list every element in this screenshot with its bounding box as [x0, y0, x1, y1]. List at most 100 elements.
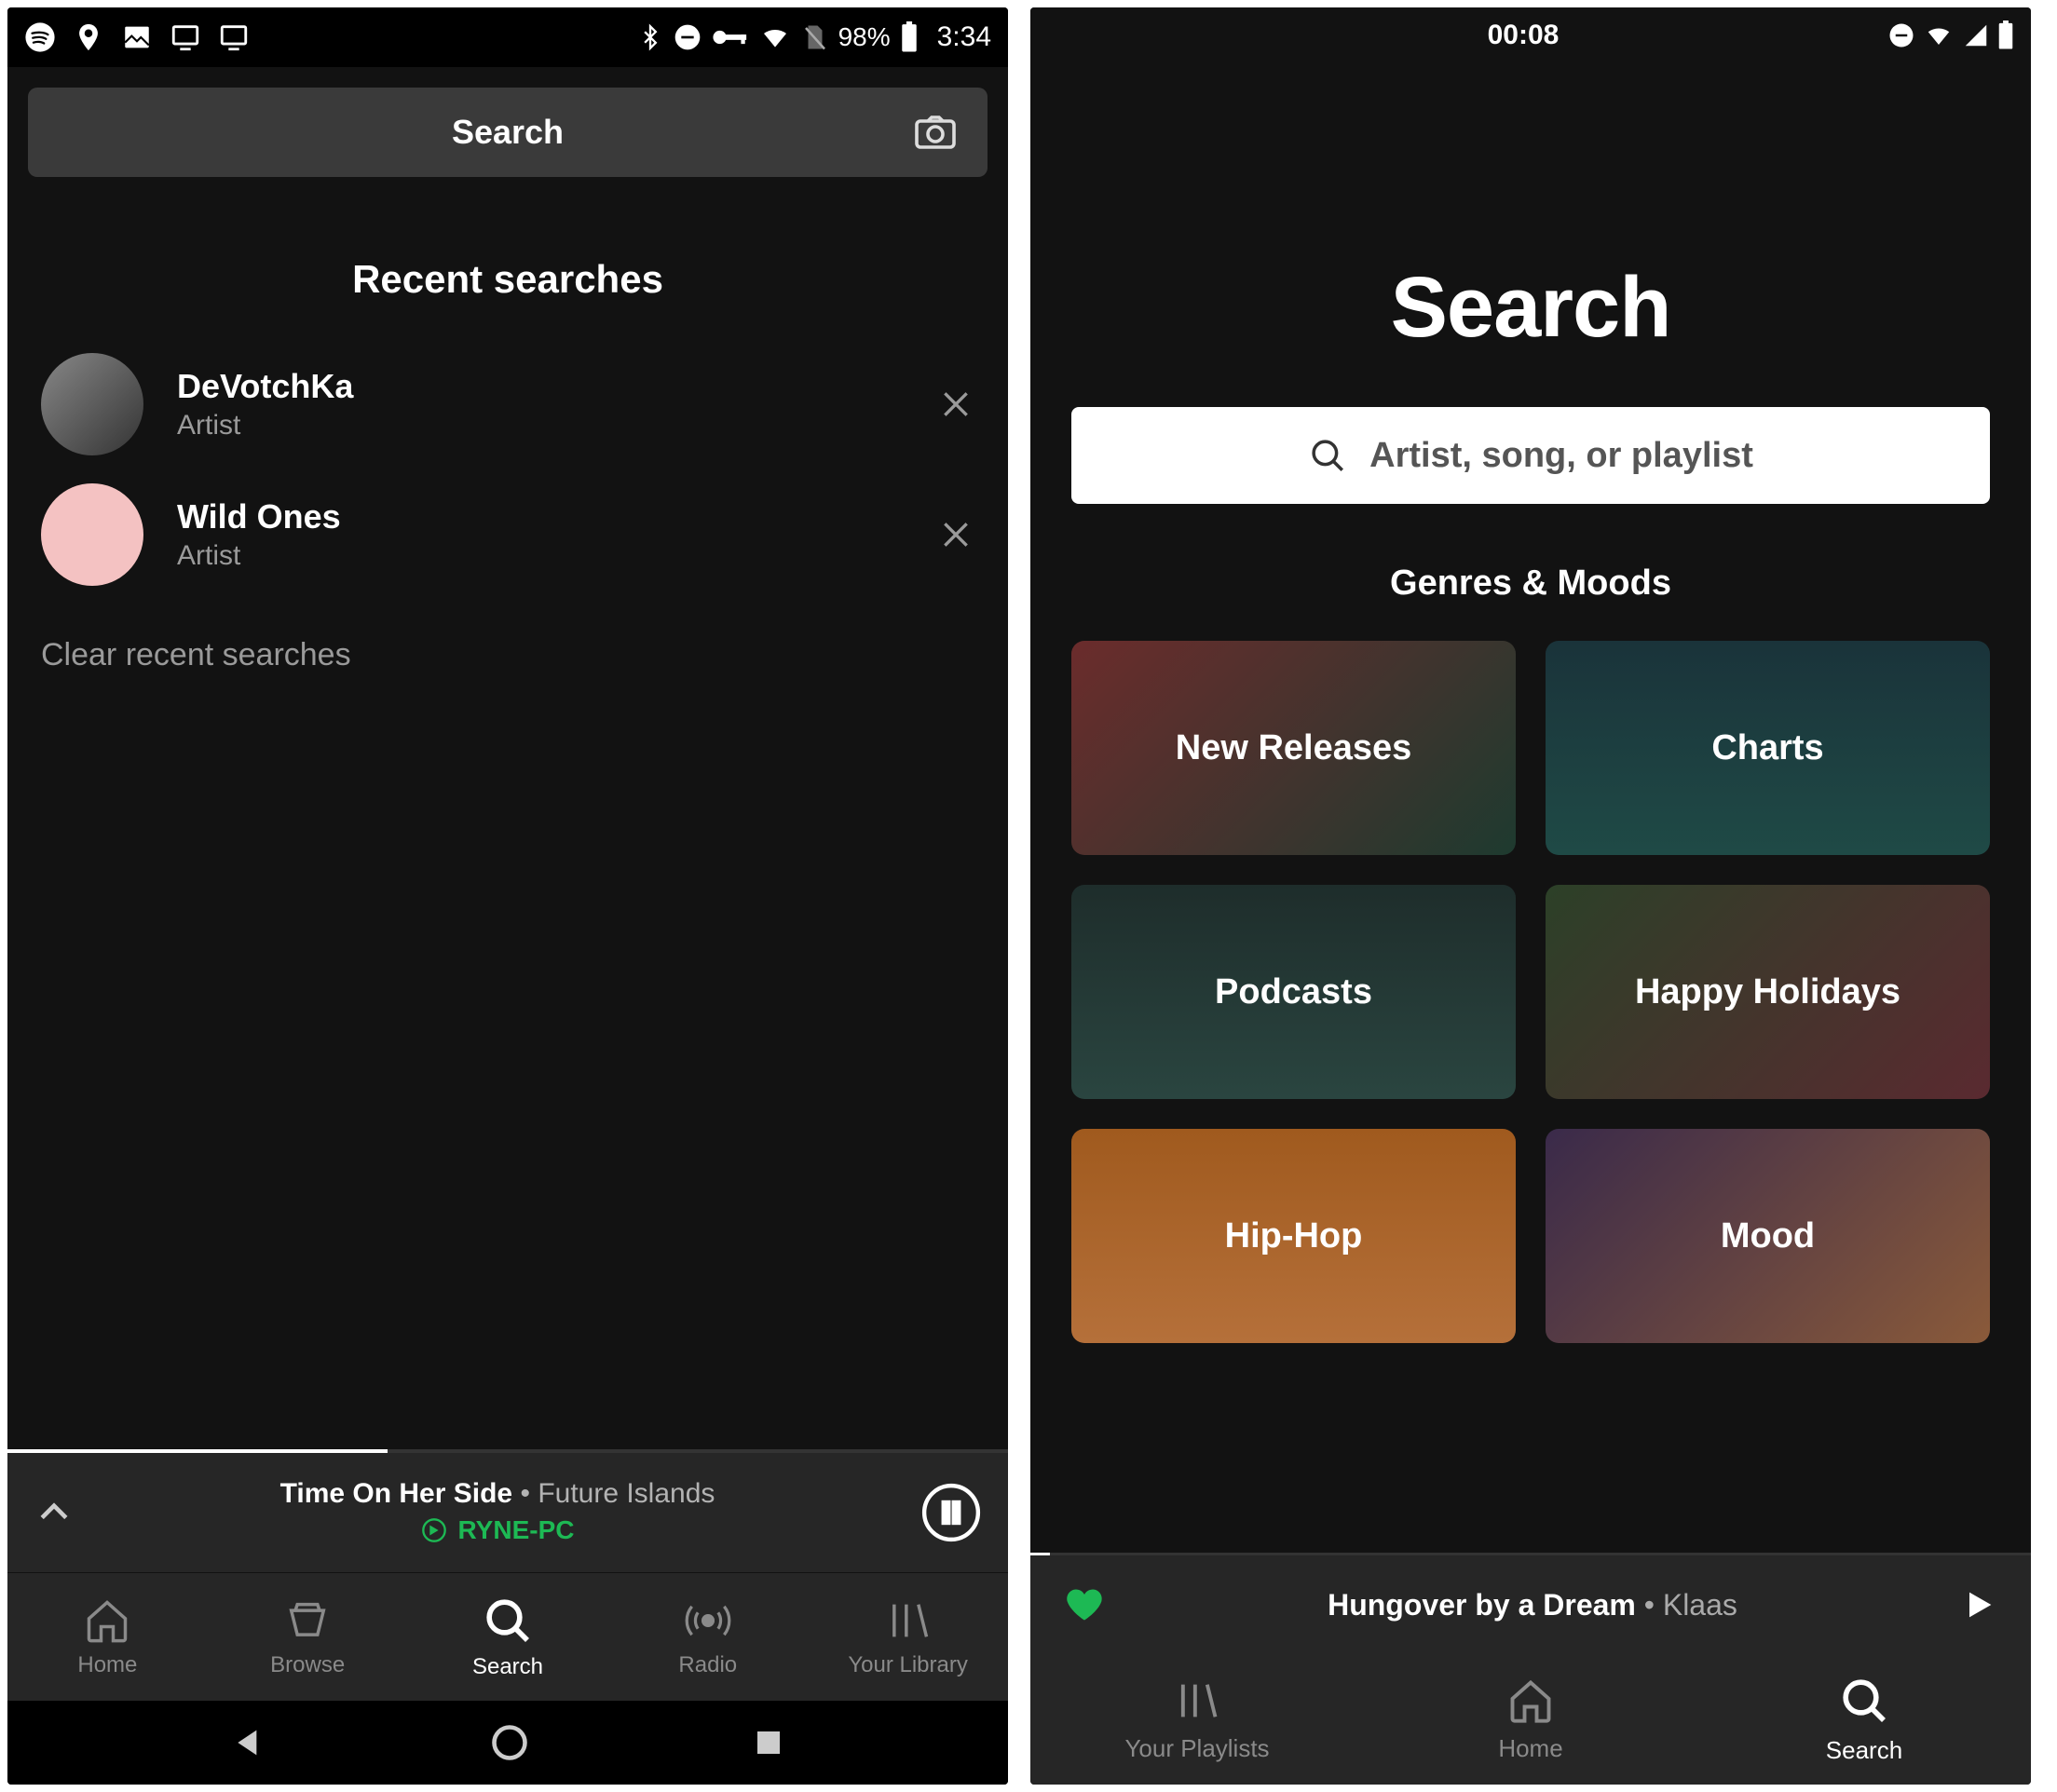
tile-label: New Releases	[1176, 728, 1412, 768]
genre-tile-hip-hop[interactable]: Hip-Hop	[1071, 1129, 1516, 1343]
spotify-app-icon	[24, 21, 56, 53]
camera-icon[interactable]	[913, 114, 958, 151]
search-icon	[1838, 1675, 1890, 1727]
nav-label: Your Playlists	[1124, 1734, 1269, 1763]
nav-home[interactable]: Home	[1364, 1654, 1697, 1785]
recent-item-subtitle: Artist	[177, 410, 937, 441]
heart-icon[interactable]	[1064, 1584, 1105, 1625]
browse-icon	[283, 1596, 332, 1645]
nav-label: Your Library	[848, 1652, 968, 1678]
bottom-navigation: Home Browse Search Radio Your Library	[7, 1572, 1008, 1701]
recent-item-subtitle: Artist	[177, 540, 937, 572]
nav-label: Radio	[678, 1652, 737, 1678]
bluetooth-icon	[637, 21, 663, 53]
android-back-icon[interactable]	[230, 1724, 267, 1761]
genre-tiles-grid: New Releases Charts Podcasts Happy Holid…	[1030, 604, 2031, 1343]
genre-tile-happy-holidays[interactable]: Happy Holidays	[1546, 885, 1990, 1099]
clock-label: 3:34	[937, 21, 991, 53]
chevron-up-icon[interactable]	[34, 1492, 75, 1533]
remove-recent-icon[interactable]	[937, 516, 974, 553]
monitor-icon	[170, 21, 201, 53]
no-sim-icon	[801, 21, 829, 53]
pause-icon[interactable]	[920, 1482, 982, 1543]
library-icon	[1173, 1677, 1221, 1725]
library-icon	[884, 1596, 933, 1645]
recent-item-title: DeVotchKa	[177, 367, 937, 406]
device-name-label: RYNE-PC	[458, 1515, 575, 1545]
search-hero: Search	[1030, 63, 2031, 357]
recent-search-item[interactable]: DeVotchKa Artist	[7, 339, 1008, 469]
nav-label: Search	[472, 1654, 543, 1680]
cell-signal-icon	[1962, 21, 1990, 49]
now-playing-bar[interactable]: Time On Her Side • Future Islands RYNE-P…	[7, 1453, 1008, 1572]
genre-tile-charts[interactable]: Charts	[1546, 641, 1990, 855]
right-phone-screenshot: 00:08 Search Artist, song, or playlist G…	[1030, 7, 2031, 1785]
nav-library[interactable]: Your Library	[808, 1573, 1008, 1701]
tile-label: Mood	[1721, 1216, 1815, 1256]
nav-label: Home	[77, 1652, 137, 1678]
genre-tile-podcasts[interactable]: Podcasts	[1071, 885, 1516, 1099]
now-playing-bar[interactable]: Hungover by a Dream • Klaas	[1030, 1555, 2031, 1654]
battery-icon	[1997, 20, 2014, 50]
home-icon	[83, 1596, 131, 1645]
wifi-icon	[758, 22, 792, 52]
nav-browse[interactable]: Browse	[208, 1573, 408, 1701]
android-home-icon[interactable]	[489, 1722, 530, 1763]
recent-searches-list: DeVotchKa Artist Wild Ones Artist	[7, 339, 1008, 600]
play-icon[interactable]	[1960, 1586, 1997, 1623]
dnd-icon	[1887, 21, 1915, 49]
now-playing-artist: Klaas	[1663, 1588, 1737, 1622]
clock-label: 00:08	[1159, 20, 1887, 51]
android-status-bar: 98% 3:34	[7, 7, 1008, 67]
separator: •	[520, 1478, 530, 1509]
recent-search-item[interactable]: Wild Ones Artist	[7, 469, 1008, 600]
cast-icon	[218, 21, 250, 53]
genre-tile-new-releases[interactable]: New Releases	[1071, 641, 1516, 855]
dnd-icon	[673, 22, 702, 52]
radio-icon	[684, 1596, 732, 1645]
tile-label: Happy Holidays	[1635, 972, 1900, 1012]
image-icon	[121, 21, 153, 53]
now-playing-artist: Future Islands	[538, 1478, 715, 1509]
genre-tile-mood[interactable]: Mood	[1546, 1129, 1990, 1343]
android-nav-bar	[7, 1701, 1008, 1785]
search-bar[interactable]: Search	[28, 88, 988, 177]
remove-recent-icon[interactable]	[937, 386, 974, 423]
now-playing-song: Hungover by a Dream	[1328, 1588, 1636, 1622]
separator: •	[1644, 1588, 1655, 1622]
nav-your-playlists[interactable]: Your Playlists	[1030, 1654, 1364, 1785]
nav-radio[interactable]: Radio	[607, 1573, 808, 1701]
search-bar-label: Search	[452, 113, 564, 152]
search-input[interactable]: Artist, song, or playlist	[1071, 407, 1990, 504]
now-playing-song: Time On Her Side	[280, 1478, 513, 1509]
nav-label: Search	[1826, 1736, 1902, 1765]
battery-icon	[900, 21, 919, 53]
nav-home[interactable]: Home	[7, 1573, 208, 1701]
android-recents-icon[interactable]	[752, 1726, 785, 1759]
home-icon	[1506, 1677, 1555, 1725]
wifi-icon	[1923, 21, 1955, 49]
left-phone-screenshot: 98% 3:34 Search Recent searches DeVotchK…	[7, 7, 1008, 1785]
battery-percent-label: 98%	[838, 22, 891, 52]
bottom-navigation: Your Playlists Home Search	[1030, 1654, 2031, 1785]
location-pin-icon	[73, 21, 104, 53]
recent-searches-heading: Recent searches	[7, 257, 1008, 302]
nav-search[interactable]: Search	[408, 1573, 608, 1701]
search-icon	[1308, 436, 1347, 475]
search-icon	[482, 1595, 534, 1647]
android-status-bar: 00:08	[1030, 7, 2031, 63]
artist-avatar	[41, 483, 143, 586]
artist-avatar	[41, 353, 143, 455]
page-title: Search	[1030, 259, 2031, 357]
genres-heading: Genres & Moods	[1030, 563, 2031, 604]
tile-label: Podcasts	[1215, 972, 1372, 1012]
tile-label: Hip-Hop	[1225, 1216, 1363, 1256]
nav-search[interactable]: Search	[1697, 1654, 2031, 1785]
nav-label: Home	[1498, 1734, 1562, 1763]
nav-label: Browse	[270, 1652, 345, 1678]
clear-recent-searches-button[interactable]: Clear recent searches	[7, 600, 1008, 711]
tile-label: Charts	[1711, 728, 1823, 768]
search-placeholder: Artist, song, or playlist	[1369, 436, 1753, 476]
vpn-key-icon	[712, 24, 749, 50]
device-speaker-icon	[421, 1517, 447, 1543]
